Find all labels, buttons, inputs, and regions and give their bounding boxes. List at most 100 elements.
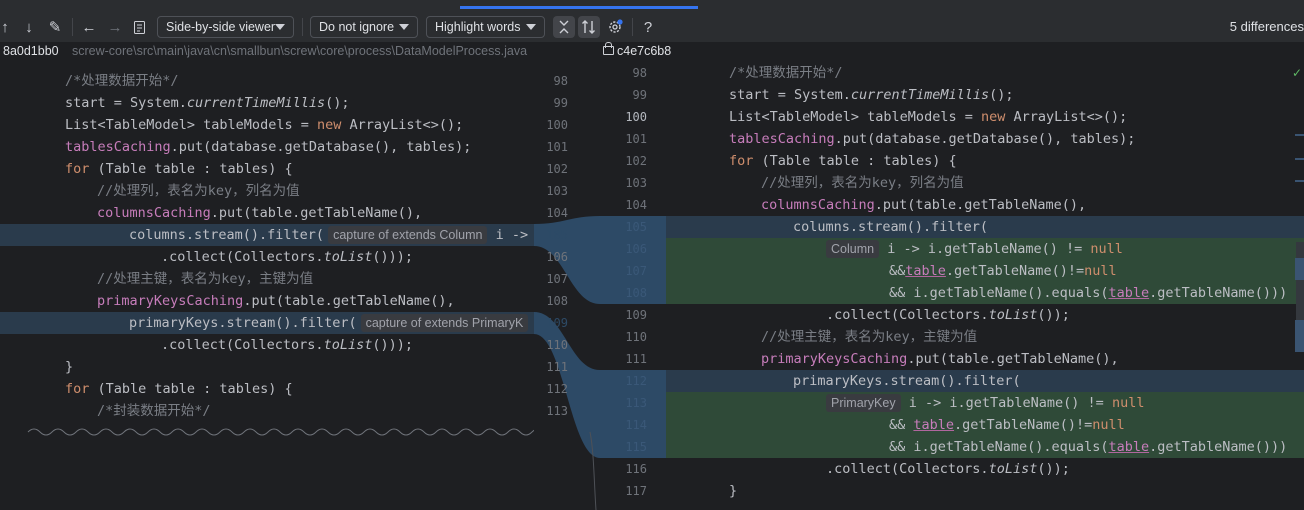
line-number: 108 [546, 294, 568, 308]
toolbar-separator [632, 18, 633, 36]
arrow-left-icon[interactable]: ← [80, 16, 98, 38]
chevron-down-icon [399, 24, 409, 30]
scrollbar-change-marker [1295, 134, 1304, 136]
code-line: columnsCaching.put(table.getTableName(), [761, 197, 1087, 213]
line-number: 111 [546, 360, 568, 374]
line-number: 101 [546, 140, 568, 154]
line-number: 107 [546, 272, 568, 286]
line-number: 109 [625, 308, 647, 322]
right-revision-hash[interactable]: c4e7c6b8 [617, 44, 671, 58]
code-line: primaryKeysCaching.put(table.getTableNam… [97, 293, 455, 309]
code-line: &&table.getTableName()!=null [889, 263, 1117, 279]
code-line: primaryKeysCaching.put(table.getTableNam… [761, 351, 1119, 367]
line-number: 102 [625, 154, 647, 168]
collapse-unchanged-icon[interactable] [553, 16, 575, 38]
code-line: for (Table table : tables) { [729, 153, 957, 169]
chevron-down-icon [275, 24, 285, 30]
settings-gear-icon[interactable] [605, 16, 625, 38]
scrollbar-change-marker [1295, 320, 1304, 352]
viewer-mode-label: Side-by-side viewer [166, 20, 276, 34]
line-number: 113 [625, 396, 647, 410]
arrow-up-icon[interactable]: ↑ [0, 16, 12, 38]
code-line: .collect(Collectors.toList())); [161, 249, 413, 265]
code-line: for (Table table : tables) { [65, 161, 293, 177]
code-line: List<TableModel> tableModels = new Array… [65, 117, 464, 133]
code-line: .collect(Collectors.toList()); [826, 307, 1070, 323]
line-number-current: 100 [625, 110, 647, 124]
highlight-mode-label: Highlight words [435, 20, 521, 34]
line-number: 99 [632, 88, 647, 102]
ignore-whitespace-label: Do not ignore [319, 20, 395, 34]
code-line: && table.getTableName()!=null [889, 417, 1125, 433]
code-line: Column i -> i.getTableName() != null [826, 238, 1123, 260]
line-number: 98 [553, 74, 568, 88]
code-line: columns.stream().filter(capture of exten… [129, 226, 529, 244]
toolbar-separator [302, 18, 303, 36]
line-number: 113 [546, 404, 568, 418]
sync-scroll-icon[interactable] [578, 16, 600, 38]
right-editor-pane[interactable]: 98 99 100 101 102 103 104 105 106 107 10… [600, 62, 1304, 510]
line-number: 111 [625, 352, 647, 366]
inlay-type-hint: PrimaryKey [826, 394, 901, 412]
left-revision-hash[interactable]: 8a0d1bb0 [3, 44, 59, 58]
code-line: //处理列，表名为key，列名为值 [761, 175, 964, 191]
no-errors-check-icon: ✓ [1291, 66, 1302, 80]
pencil-icon[interactable]: ✎ [46, 16, 64, 38]
line-number: 100 [546, 118, 568, 132]
code-line: for (Table table : tables) { [65, 381, 293, 397]
code-line: //处理列，表名为key，列名为值 [97, 183, 300, 199]
highlight-mode-dropdown[interactable]: Highlight words [426, 16, 545, 38]
line-number: 112 [546, 382, 568, 396]
line-number: 102 [546, 162, 568, 176]
line-number: 103 [546, 184, 568, 198]
code-line: } [729, 483, 738, 499]
line-number: 117 [625, 484, 647, 498]
line-number: 101 [625, 132, 647, 146]
line-number: 115 [625, 440, 647, 454]
line-number: 105 [625, 220, 647, 234]
code-line: /*处理数据开始*/ [65, 73, 179, 89]
code-line: columns.stream().filter( [793, 219, 989, 235]
code-line: start = System.currentTimeMillis(); [65, 95, 350, 111]
line-number: 103 [625, 176, 647, 190]
end-of-file-wave [27, 428, 534, 436]
scrollbar-change-marker [1295, 180, 1304, 182]
viewer-mode-dropdown[interactable]: Side-by-side viewer [157, 16, 294, 38]
inlay-type-hint: capture of extends Column [328, 226, 488, 244]
code-line: //处理主键，表名为key，主键为值 [97, 271, 314, 287]
diff-toolbar: ↑ ↓ ✎ ← → Side-by-side viewer Do not ign… [0, 0, 1304, 42]
arrow-right-icon[interactable]: → [106, 16, 124, 38]
line-number: 105 [546, 228, 568, 242]
line-number: 104 [625, 198, 647, 212]
loading-progress-bar [460, 6, 698, 9]
help-button[interactable]: ? [640, 16, 656, 38]
code-line: /*封装数据开始*/ [97, 403, 211, 419]
code-line: primaryKeys.stream().filter( [793, 373, 1021, 389]
ignore-whitespace-dropdown[interactable]: Do not ignore [310, 16, 418, 38]
line-number: 108 [625, 286, 647, 300]
line-number: 110 [546, 338, 568, 352]
code-line: start = System.currentTimeMillis(); [729, 87, 1014, 103]
lock-icon [603, 42, 614, 55]
left-file-path: screw-core\src\main\java\cn\smallbun\scr… [72, 44, 528, 58]
code-line: //处理主键，表名为key，主键为值 [761, 329, 978, 345]
file-icon[interactable] [131, 16, 149, 38]
toolbar-separator [72, 18, 73, 36]
code-line: PrimaryKey i -> i.getTableName() != null [826, 392, 1144, 414]
left-editor-pane[interactable]: /*处理数据开始*/ start = System.currentTimeMil… [0, 62, 534, 510]
scrollbar-change-marker [1295, 258, 1304, 280]
arrow-down-icon[interactable]: ↓ [20, 16, 38, 38]
line-number: 112 [625, 374, 647, 388]
code-line: primaryKeys.stream().filter(capture of e… [129, 312, 529, 334]
code-line: && i.getTableName().equals(table.getTabl… [889, 439, 1288, 455]
differences-count: 5 differences [1229, 19, 1304, 34]
chevron-down-icon [526, 24, 536, 30]
diff-gutter: 98 99 100 101 102 103 104 105 106 107 10… [534, 62, 600, 510]
line-number: 99 [553, 96, 568, 110]
code-line: && i.getTableName().equals(table.getTabl… [889, 285, 1288, 301]
code-line: /*处理数据开始*/ [729, 65, 843, 81]
line-number: 109 [546, 316, 568, 330]
line-number: 106 [546, 250, 568, 264]
line-number: 116 [625, 462, 647, 476]
code-line: tablesCaching.put(database.getDatabase()… [729, 131, 1136, 147]
